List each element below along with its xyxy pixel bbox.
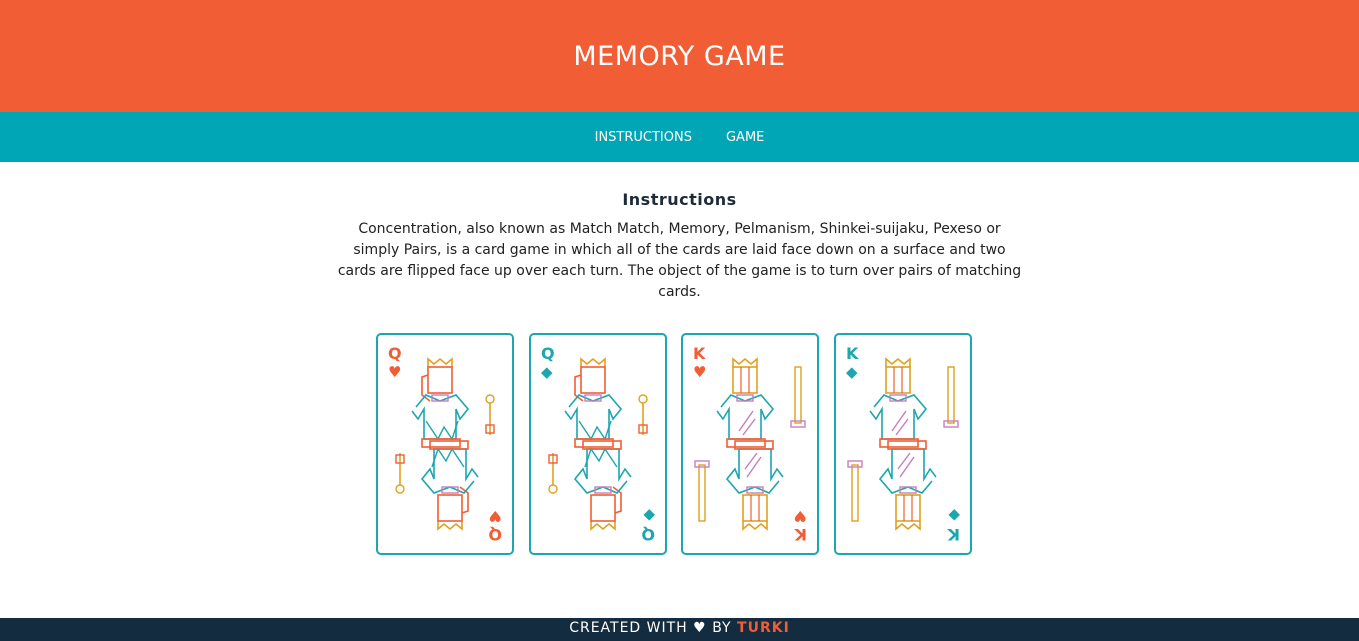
card-rank-label: Q (641, 525, 655, 544)
instructions-section: Instructions Concentration, also known a… (0, 162, 1359, 303)
card-king-diamonds[interactable]: K ◆ K ◆ (834, 333, 972, 555)
card-suit-icon: ♥ (489, 507, 502, 525)
card-suit-icon: ♥ (693, 363, 706, 381)
footer-by: BY (712, 620, 732, 636)
card-rank-label: K (693, 344, 706, 363)
court-figure-bottom (694, 440, 784, 531)
card-face-art: Q◆Q◆ (541, 344, 655, 544)
main-nav: INSTRUCTIONS GAME (0, 112, 1359, 162)
card-suit-icon: ◆ (948, 507, 960, 525)
heart-icon: ♥ (693, 620, 707, 636)
card-queen-hearts[interactable]: Q ♥ Q ♥ (376, 333, 514, 555)
card-rank-label: Q (488, 525, 502, 544)
card-rank-label: K (794, 525, 807, 544)
card-suit-icon: ◆ (541, 363, 553, 381)
card-queen-diamonds[interactable]: Q ◆ Q ◆ (529, 333, 667, 555)
instructions-heading: Instructions (622, 190, 737, 209)
card-rank-label: K (947, 525, 960, 544)
card-suit-icon: ♥ (388, 363, 401, 381)
footer-author[interactable]: TURKI (737, 620, 790, 636)
card-row: Q ♥ Q ♥ Q ◆ Q ◆ K ♥ K ♥ K ◆ K ◆ (376, 333, 976, 559)
instructions-text: Concentration, also known as Match Match… (337, 221, 1022, 300)
card-face-art: Q♥Q♥ (388, 344, 502, 544)
card-rank-label: K (846, 344, 859, 363)
court-figure-top (716, 357, 806, 448)
card-rank-label: Q (388, 344, 402, 363)
card-king-hearts[interactable]: K ♥ K ♥ (681, 333, 819, 555)
nav-link-instructions[interactable]: INSTRUCTIONS (595, 130, 692, 145)
site-header: MEMORY GAME (0, 0, 1359, 112)
court-figure-bottom (847, 440, 937, 531)
court-figure-bottom (395, 440, 479, 531)
court-figure-top (869, 357, 959, 448)
card-suit-icon: ♥ (794, 507, 807, 525)
card-face-art: K◆K◆ (846, 344, 960, 544)
court-figure-top (411, 357, 495, 448)
footer-created-with: CREATED WITH (569, 620, 688, 636)
card-suit-icon: ◆ (846, 363, 858, 381)
card-suit-icon: ◆ (643, 507, 655, 525)
court-figure-top (564, 357, 648, 448)
site-footer: CREATED WITH ♥ BY TURKI (0, 618, 1359, 641)
card-rank-label: Q (541, 344, 555, 363)
card-face-art: K♥K♥ (693, 344, 807, 544)
court-figure-bottom (548, 440, 632, 531)
nav-link-game[interactable]: GAME (726, 130, 764, 145)
page-title: MEMORY GAME (573, 40, 786, 72)
